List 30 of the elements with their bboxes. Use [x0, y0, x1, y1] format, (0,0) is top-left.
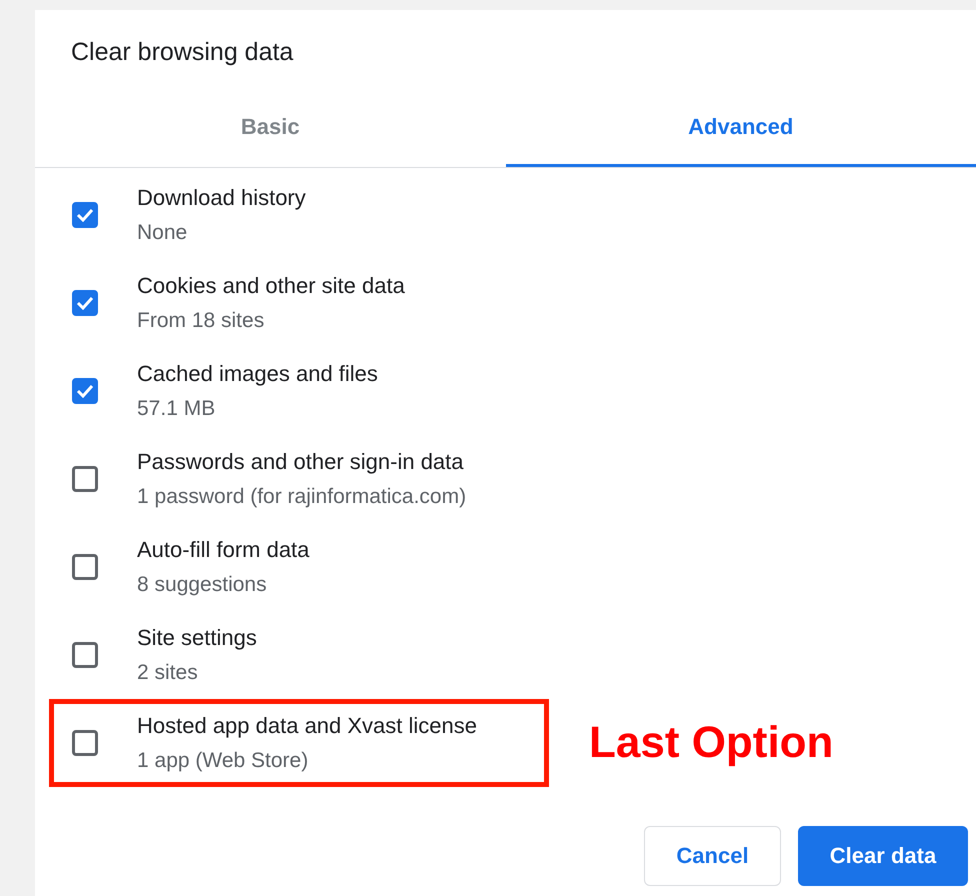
checked-checkbox[interactable]: [72, 202, 98, 228]
option-label: Passwords and other sign-in data: [137, 449, 465, 475]
checkbox[interactable]: [72, 466, 98, 492]
option-detail: From 18 sites: [137, 309, 266, 333]
cancel-button[interactable]: Cancel: [644, 826, 781, 886]
option-label: Site settings: [137, 625, 257, 651]
checkmark-icon: [76, 384, 94, 398]
option-detail: 8 suggestions: [137, 573, 268, 597]
option-label: Hosted app data and Xvast license: [137, 713, 478, 739]
option-label: Cookies and other site data: [137, 273, 405, 299]
checkmark-icon: [76, 296, 94, 310]
option-label: Cached images and files: [137, 361, 378, 387]
option-detail: 57.1 MB: [137, 397, 216, 421]
option-label: Download history: [137, 185, 306, 211]
checkbox[interactable]: [72, 554, 98, 580]
option-detail: 2 sites: [137, 661, 199, 685]
dialog-title: Clear browsing data: [71, 37, 294, 68]
option-detail: 1 password (for rajinformatica.com): [137, 485, 466, 509]
tab[interactable]: Basic: [35, 90, 506, 167]
option-label: Auto-fill form data: [137, 537, 310, 563]
option-detail: 1 app (Web Store): [137, 749, 310, 773]
clear-data-button[interactable]: Clear data: [798, 826, 968, 886]
checked-checkbox[interactable]: [72, 378, 98, 404]
annotation-text: Last Option: [589, 718, 834, 768]
tab[interactable]: Advanced: [506, 90, 976, 167]
option-detail: None: [137, 221, 188, 245]
checkbox[interactable]: [72, 730, 98, 756]
checked-checkbox[interactable]: [72, 290, 98, 316]
checkmark-icon: [76, 208, 94, 222]
checkbox[interactable]: [72, 642, 98, 668]
